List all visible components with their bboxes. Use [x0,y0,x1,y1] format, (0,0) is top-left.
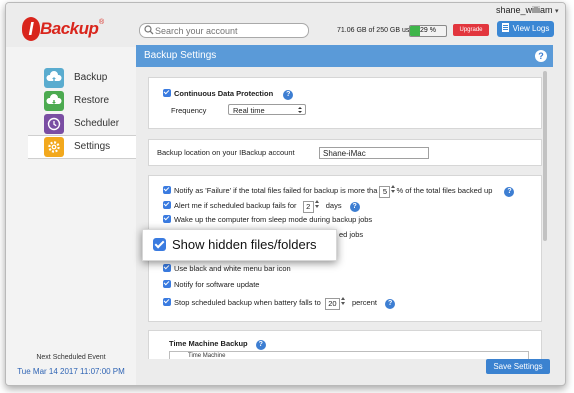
view-logs-label: View Logs [512,24,550,33]
search-icon [144,25,154,35]
backup-icon [44,68,64,88]
sidebar-item-restore[interactable]: Restore [28,90,136,112]
next-event-date: Tue Mar 14 2017 11:07:00 PM [17,367,125,376]
notify-failure-checkbox[interactable] [163,186,171,194]
help-icon[interactable]: ? [385,299,396,309]
show-hidden-files-callout: Show hidden files/folders [142,229,337,261]
frequency-label: Frequency [171,106,207,115]
sidebar: Backup Restore Scheduler Settings Next S… [6,47,137,385]
stepper-icon[interactable] [391,184,396,194]
next-event-title: Next Scheduled Event [36,354,106,361]
save-settings-button[interactable]: Save Settings [486,359,550,374]
scrollbar[interactable] [542,71,548,361]
stepper-icon[interactable] [314,199,320,209]
help-icon[interactable]: ? [349,202,360,212]
usage-text: 71.06 GB of 250 GB used [337,27,418,34]
cdp-checkbox[interactable] [163,89,171,97]
header-bar: I Backup ® shane_william ▾ 71.06 GB of 2… [6,3,565,47]
settings-panel: Backup Settings ? Continuous Data Protec… [136,45,553,385]
wake-row: Wake up the computer from sleep mode dur… [163,215,372,224]
username-label: shane_william [496,5,553,15]
usage-percent: 29 % [420,27,436,34]
panel-title: Backup Settings [144,50,217,61]
notify-failure-input[interactable]: 5 [379,186,391,198]
help-icon[interactable]: ? [255,340,266,350]
cdp-label: Continuous Data Protection [174,89,274,98]
upgrade-button[interactable]: Upgrade [453,24,489,36]
location-value: Shane-iMac [323,149,366,158]
menubar-checkbox[interactable] [163,264,171,272]
wake-checkbox[interactable] [163,215,171,223]
logo-badge: I [22,17,40,41]
scrollbar-thumb[interactable] [543,71,547,241]
search-box[interactable] [139,23,309,38]
panel-header: Backup Settings ? [136,45,553,67]
chevron-down-icon: ▾ [555,8,559,15]
frequency-value: Real time [233,106,265,115]
scheduler-icon [44,114,64,134]
stepper-icon[interactable] [340,296,346,306]
sidebar-item-label: Backup [74,72,108,83]
user-menu[interactable]: shane_william ▾ [496,5,559,15]
location-label: Backup location on your IBackup account [157,148,295,157]
sidebar-item-backup[interactable]: Backup [28,67,136,89]
document-icon [501,23,509,32]
select-arrows-icon [298,107,302,114]
notify-failure-row: Notify as 'Failure' if the total files f… [163,184,515,198]
frequency-select[interactable]: Real time [228,104,306,115]
show-hidden-files-label: Show hidden files/folders [172,237,317,252]
battery-row: Stop scheduled backup when battery falls… [163,296,396,310]
menubar-row: Use black and white menu bar icon [163,264,291,273]
usage-progress-bar: 29 % [409,25,447,37]
gear-icon [44,137,64,157]
battery-input[interactable]: 20 [324,298,340,310]
alert-row: Alert me if scheduled backup fails for 2… [163,199,360,213]
logo-text: Backup [40,19,99,38]
update-checkbox[interactable] [163,280,171,288]
help-icon[interactable]: ? [283,90,294,100]
time-machine-label: Time Machine Backup [169,339,248,348]
app-window: I Backup ® shane_william ▾ 71.06 GB of 2… [5,2,566,386]
view-logs-button[interactable]: View Logs [497,21,554,37]
sidebar-item-label: Scheduler [74,118,120,129]
alert-days-input[interactable]: 2 [302,201,314,213]
sidebar-item-label: Restore [74,95,110,106]
show-hidden-files-checkbox[interactable] [153,238,166,251]
time-machine-row: Time Machine Backup ? [169,339,266,350]
sidebar-item-scheduler[interactable]: Scheduler [28,113,136,135]
alert-checkbox[interactable] [163,201,171,209]
battery-checkbox[interactable] [163,298,171,306]
update-row: Notify for software update [163,280,259,289]
search-input[interactable] [155,24,303,37]
time-machine-section: Time Machine Backup ? Time Machine [148,330,542,359]
cdp-section: Continuous Data Protection ? Frequency R… [148,77,542,129]
cdp-row: Continuous Data Protection ? [163,89,294,100]
time-machine-list: Time Machine [169,351,529,359]
location-field[interactable]: Shane-iMac [319,147,429,159]
help-icon[interactable]: ? [535,50,547,62]
restore-icon [44,91,64,111]
ibackup-logo: I Backup ® [22,17,104,43]
location-section: Backup location on your IBackup account … [148,139,542,166]
sidebar-item-settings[interactable]: Settings [28,135,137,159]
sidebar-item-label: Settings [74,141,111,152]
help-icon[interactable]: ? [504,187,515,197]
